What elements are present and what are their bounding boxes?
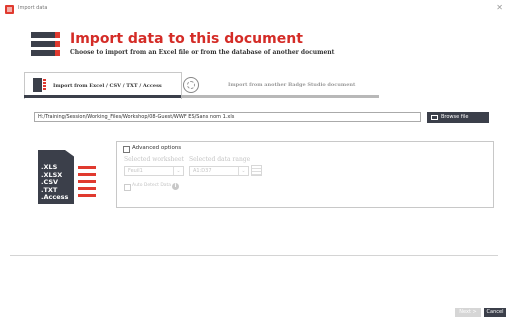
tab-document-import[interactable]: Import from another Badge Studio documen… (228, 82, 355, 88)
tab-excel-import-label: Import from Excel / CSV / TXT / Access (53, 83, 162, 89)
selected-range-label: Selected data range (189, 156, 251, 163)
window-title: Import data (18, 5, 48, 11)
selected-worksheet-label: Selected worksheet (124, 156, 184, 163)
auto-detect-label: Auto Detect Data (132, 183, 172, 188)
database-stack-icon (31, 32, 61, 58)
advanced-options-panel: Advanced options Selected worksheet Sele… (116, 141, 494, 208)
info-icon[interactable]: i (172, 183, 179, 190)
supported-formats-text: .XLS .XLSX .CSV .TXT .Access (41, 163, 69, 201)
advanced-options-checkbox[interactable] (123, 146, 130, 153)
file-path-input[interactable]: H:/Training/Session/Working_Files/Worksh… (34, 112, 421, 122)
worksheet-value: Feuil1 (128, 168, 143, 174)
spreadsheet-formats-icon: .XLS .XLSX .CSV .TXT .Access (38, 150, 100, 204)
tab-divider (181, 95, 379, 98)
app-icon (5, 5, 14, 14)
data-range-select[interactable]: A1:D37 ⌄ (189, 166, 249, 176)
page-title: Import data to this document (70, 31, 303, 47)
excel-file-icon (33, 78, 46, 92)
close-icon[interactable]: ✕ (496, 3, 503, 12)
advanced-options-label[interactable]: Advanced options (132, 145, 181, 151)
browse-file-button[interactable]: Browse file (427, 112, 489, 123)
worksheet-select[interactable]: Feuil1 ⌄ (124, 166, 184, 176)
auto-detect-checkbox[interactable] (124, 184, 131, 191)
badge-document-icon[interactable] (183, 77, 199, 93)
format-rows-graphic (77, 165, 97, 200)
browse-file-label: Browse file (441, 114, 469, 120)
title-bar: Import data ✕ (0, 0, 508, 22)
cancel-button[interactable]: Cancel (484, 308, 506, 317)
footer-divider (10, 255, 498, 256)
folder-icon (431, 115, 438, 120)
chevron-down-icon: ⌄ (238, 167, 248, 175)
chevron-down-icon: ⌄ (173, 167, 183, 175)
range-picker-icon[interactable] (251, 165, 262, 176)
page-subtitle: Choose to import from an Excel file or f… (70, 49, 335, 56)
active-tab-indicator (24, 95, 181, 98)
data-range-value: A1:D37 (193, 168, 212, 174)
next-button[interactable]: Next > (455, 308, 481, 317)
